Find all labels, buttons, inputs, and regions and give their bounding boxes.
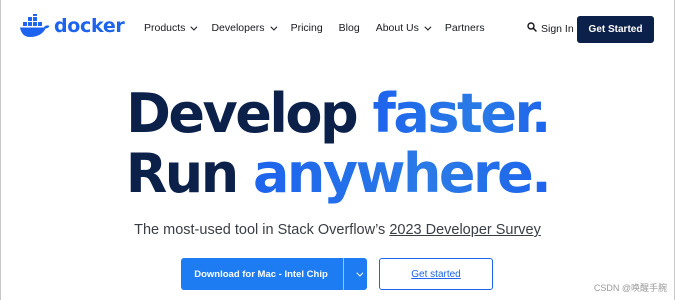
download-options-toggle[interactable] [343, 258, 367, 290]
sign-in-link[interactable]: Sign In [527, 22, 574, 35]
watermark: CSDN @唤醒手腕 [593, 283, 667, 293]
download-mac-button[interactable]: Download for Mac - Intel Chip [181, 258, 367, 290]
nav-item-label: Products [144, 22, 186, 34]
hero-line-1: Develop faster. [0, 84, 675, 144]
nav-item-blog[interactable]: Blog [339, 22, 360, 34]
hero-word-faster: faster. [372, 82, 551, 145]
top-nav: docker Products Developers Pricing Blog … [0, 0, 675, 58]
nav-item-developers[interactable]: Developers [211, 22, 278, 34]
hero-headline: Develop faster. Run anywhere. [0, 84, 675, 204]
nav-item-partners[interactable]: Partners [445, 22, 485, 34]
hero-word-develop: Develop [126, 82, 359, 145]
get-started-nav-button[interactable]: Get Started [577, 16, 654, 43]
search-icon [527, 22, 541, 35]
brand-name: docker [54, 15, 125, 37]
hero-word-anywhere: anywhere. [252, 142, 552, 205]
nav-item-label: Pricing [290, 22, 323, 34]
get-started-hero-button[interactable]: Get started [379, 258, 493, 290]
chevron-down-icon [190, 23, 198, 31]
chevron-down-icon [424, 23, 432, 31]
chevron-down-icon [269, 23, 278, 31]
nav-item-label: Developers [211, 22, 265, 34]
nav-item-label: About Us [375, 22, 419, 34]
docker-logo[interactable]: docker [20, 14, 125, 38]
nav-item-products[interactable]: Products [144, 22, 198, 34]
download-button-label: Download for Mac - Intel Chip [194, 268, 328, 280]
nav-item-about-us[interactable]: About Us [375, 22, 432, 34]
hero-subtitle: The most-used tool in Stack Overflow’s 2… [0, 222, 675, 238]
nav-item-label: Blog [338, 22, 360, 34]
nav-item-pricing[interactable]: Pricing [291, 22, 323, 34]
docker-whale-icon [20, 14, 50, 38]
subtitle-text: The most-used tool in Stack Overflow’s [134, 222, 390, 238]
main-menu: Products Developers Pricing Blog About U… [144, 22, 501, 34]
hero-word-run: Run [125, 142, 239, 205]
sign-in-label: Sign In [541, 22, 574, 35]
hero-line-2: Run anywhere. [0, 144, 675, 204]
nav-item-label: Partners [444, 22, 485, 34]
chevron-down-icon [355, 269, 363, 277]
developer-survey-link[interactable]: 2023 Developer Survey [389, 222, 541, 238]
